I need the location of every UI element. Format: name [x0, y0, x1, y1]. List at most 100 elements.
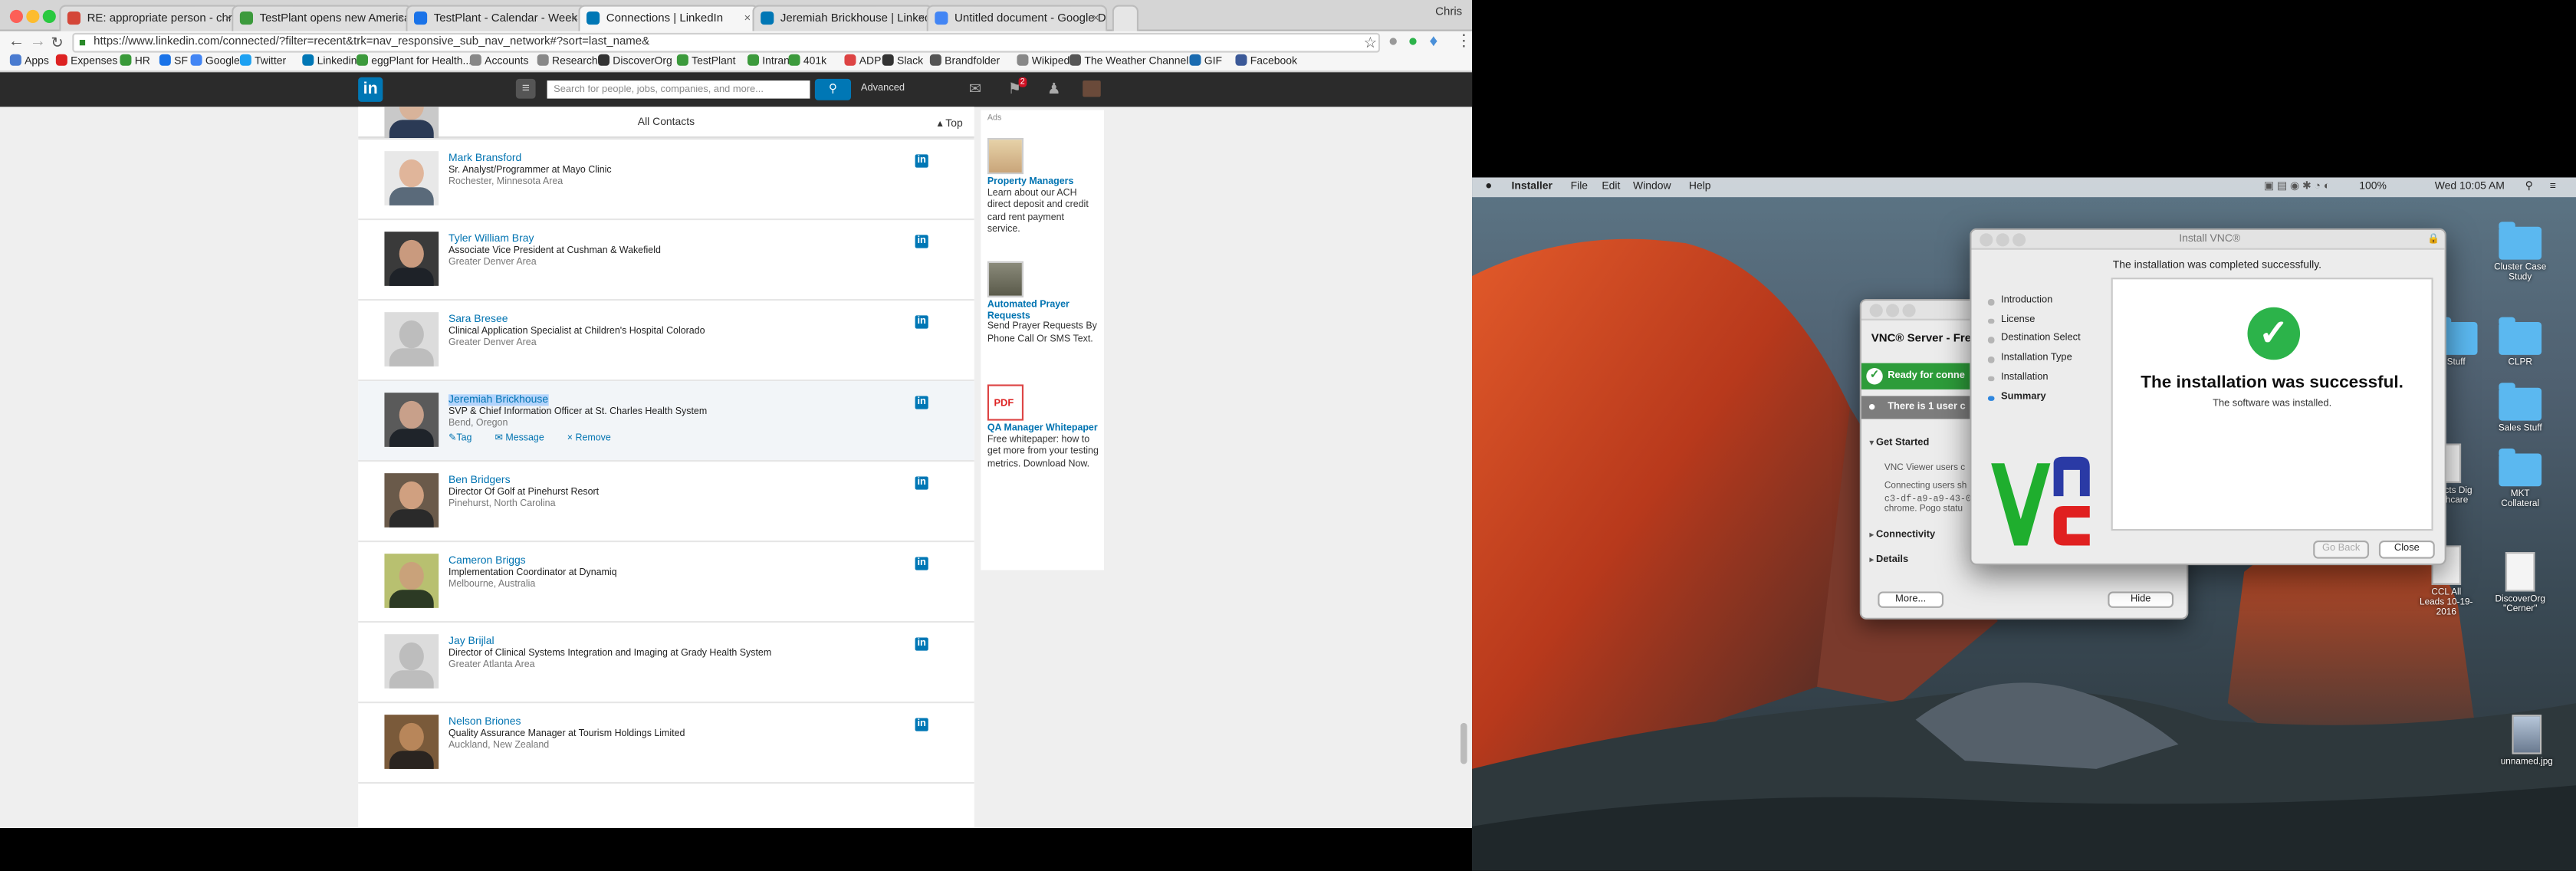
window-titlebar[interactable]: Install VNC® 🔒	[1971, 230, 2445, 250]
bookmark-eggplant-for-health[interactable]: eggPlant for Health...	[356, 54, 472, 71]
close-window-icon[interactable]	[1869, 304, 1883, 317]
spotlight-icon[interactable]: ⚲	[2525, 177, 2533, 197]
avatar[interactable]	[384, 634, 439, 689]
close-window-icon[interactable]	[1980, 233, 1993, 247]
ad-prayer-requests[interactable]: Automated Prayer Requests Send Prayer Re…	[987, 261, 1099, 347]
contact-name-link[interactable]: Tyler William Bray	[449, 233, 534, 245]
bookmark-the-weather-channel[interactable]: The Weather Channel	[1070, 54, 1188, 71]
desktop-file[interactable]: DiscoverOrg "Cerner"	[2492, 552, 2548, 614]
add-connections-icon[interactable]: ♟	[1045, 81, 1063, 97]
minimize-window-icon[interactable]	[26, 9, 40, 24]
ad-qa-whitepaper[interactable]: PDF QA Manager Whitepaper Free whitepape…	[987, 384, 1099, 472]
avatar[interactable]	[384, 232, 439, 286]
minimize-window-icon[interactable]	[1886, 304, 1900, 317]
contact-row[interactable]: Jay Brijlal Director of Clinical Systems …	[358, 623, 974, 704]
status-icons[interactable]: ▣ ▤ ◉ ✱ ◔ ◐	[2264, 177, 2330, 197]
nav-menu-icon[interactable]: ≡	[515, 78, 536, 99]
contact-name-link[interactable]: Sara Bresee	[449, 314, 508, 325]
ad-title[interactable]: QA Manager Whitepaper	[987, 424, 1099, 435]
contact-name-link[interactable]: Jay Brijlal	[449, 636, 495, 647]
close-tab-icon[interactable]: ×	[572, 7, 579, 31]
details-section[interactable]: Details	[1870, 555, 1908, 565]
tab-3[interactable]: TestPlant - Calendar - Week of ×	[406, 5, 587, 31]
search-input[interactable]	[547, 81, 810, 99]
apple-menu-icon[interactable]: ●	[1485, 177, 1492, 197]
ad-property-managers[interactable]: Property Managers Learn about our ACH di…	[987, 138, 1099, 238]
forward-arrow-icon[interactable]: →	[30, 33, 46, 53]
bookmark-facebook[interactable]: Facebook	[1235, 54, 1297, 71]
desktop-folder[interactable]: Cluster Case Study	[2492, 222, 2548, 283]
page-scrollbar[interactable]	[1460, 722, 1467, 764]
linkedin-badge-icon[interactable]: in	[915, 557, 928, 570]
bookmark-accounts[interactable]: Accounts	[469, 54, 528, 71]
avatar[interactable]	[384, 393, 439, 447]
bookmark-brandfolder[interactable]: Brandfolder	[929, 54, 1000, 71]
contact-row[interactable]: Nelson Briones Quality Assurance Manager …	[358, 703, 974, 784]
new-tab-button[interactable]	[1112, 5, 1139, 31]
desktop-folder[interactable]: Sales Stuff	[2492, 383, 2548, 434]
avatar[interactable]	[384, 554, 439, 608]
linkedin-badge-icon[interactable]: in	[915, 396, 928, 409]
bookmark-research[interactable]: Research	[537, 54, 598, 71]
messages-icon[interactable]: ✉	[966, 81, 984, 97]
tab-6[interactable]: Untitled document - Google Do ×	[926, 5, 1108, 31]
bookmark-star-icon[interactable]: ☆	[1364, 33, 1377, 53]
bookmark-google[interactable]: Google	[190, 54, 240, 71]
hide-button[interactable]: Hide	[2108, 591, 2174, 608]
close-tab-icon[interactable]: ×	[397, 7, 404, 31]
grammarly-extension-icon[interactable]: ●	[1408, 33, 1418, 53]
menu-file[interactable]: File	[1571, 177, 1588, 197]
contact-name-link[interactable]: Jeremiah Brickhouse	[449, 394, 549, 406]
contact-row[interactable]: Sara Bresee Clinical Application Speciali…	[358, 301, 974, 382]
minimize-window-icon[interactable]	[1996, 233, 2009, 247]
back-arrow-icon[interactable]: ←	[8, 33, 25, 53]
address-bar[interactable]: ■ https://www.linkedin.com/connected/?fi…	[72, 32, 1381, 53]
contact-name-link[interactable]: Cameron Briggs	[449, 555, 526, 567]
avatar[interactable]	[384, 715, 439, 769]
notification-center-icon[interactable]: ≡	[2550, 177, 2556, 197]
linkedin-badge-icon[interactable]: in	[915, 315, 928, 329]
close-tab-icon[interactable]: ×	[225, 7, 232, 31]
zoom-window-icon[interactable]	[2013, 233, 2026, 247]
message-action[interactable]: ✉ Message	[495, 434, 555, 444]
close-button[interactable]: Close	[2378, 541, 2435, 559]
desktop-image-file[interactable]: unnamed.jpg	[2499, 715, 2555, 767]
avatar[interactable]	[384, 473, 439, 528]
bookmark-apps[interactable]: Apps	[9, 54, 49, 71]
go-back-button[interactable]: Go Back	[2313, 541, 2370, 559]
menu-clock[interactable]: Wed 10:05 AM	[2435, 177, 2505, 197]
avatar[interactable]	[384, 312, 439, 366]
zoom-window-icon[interactable]	[1902, 304, 1916, 317]
contact-row[interactable]: Tyler William Bray Associate Vice Preside…	[358, 220, 974, 301]
reload-icon[interactable]: ↻	[51, 33, 63, 53]
profile-button[interactable]: Chris	[1435, 7, 1462, 18]
zoom-window-icon[interactable]	[42, 9, 56, 24]
tag-action[interactable]: ✎Tag	[449, 434, 483, 444]
contact-name-link[interactable]: Mark Bransford	[449, 153, 521, 164]
close-window-icon[interactable]	[9, 9, 24, 24]
menu-edit[interactable]: Edit	[1602, 177, 1620, 197]
remove-action[interactable]: × Remove	[567, 434, 623, 444]
contact-name-link[interactable]: Nelson Briones	[449, 716, 521, 728]
microphone-icon[interactable]: ♦	[1429, 33, 1438, 53]
tab-4[interactable]: Connections | LinkedIn ×	[578, 5, 760, 31]
chrome-menu-icon[interactable]: ⋮	[1456, 33, 1472, 53]
menu-help[interactable]: Help	[1689, 177, 1711, 197]
contact-row[interactable]: Cameron Briggs Implementation Coordinator…	[358, 542, 974, 623]
battery-percent[interactable]: 100%	[2359, 177, 2387, 197]
bookmark-twitter[interactable]: Twitter	[239, 54, 286, 71]
profile-avatar[interactable]	[1083, 81, 1101, 97]
bookmark-expenses[interactable]: Expenses	[55, 54, 117, 71]
linkedin-badge-icon[interactable]: in	[915, 154, 928, 168]
desktop-folder[interactable]: CLPR	[2492, 317, 2548, 368]
extension-icon[interactable]: ●	[1388, 33, 1398, 53]
linkedin-badge-icon[interactable]: in	[915, 235, 928, 248]
bookmark-discoverorg[interactable]: DiscoverOrg	[598, 54, 672, 71]
tab-1[interactable]: RE: appropriate person - chris ×	[59, 5, 240, 31]
close-tab-icon[interactable]: ×	[744, 7, 751, 31]
linkedin-badge-icon[interactable]: in	[915, 637, 928, 651]
more-button[interactable]: More...	[1878, 591, 1944, 608]
tab-5[interactable]: Jeremiah Brickhouse | LinkedIn ×	[752, 5, 934, 31]
linkedin-logo[interactable]: in	[358, 77, 383, 102]
bookmark-linkedin[interactable]: Linkedin	[302, 54, 356, 71]
